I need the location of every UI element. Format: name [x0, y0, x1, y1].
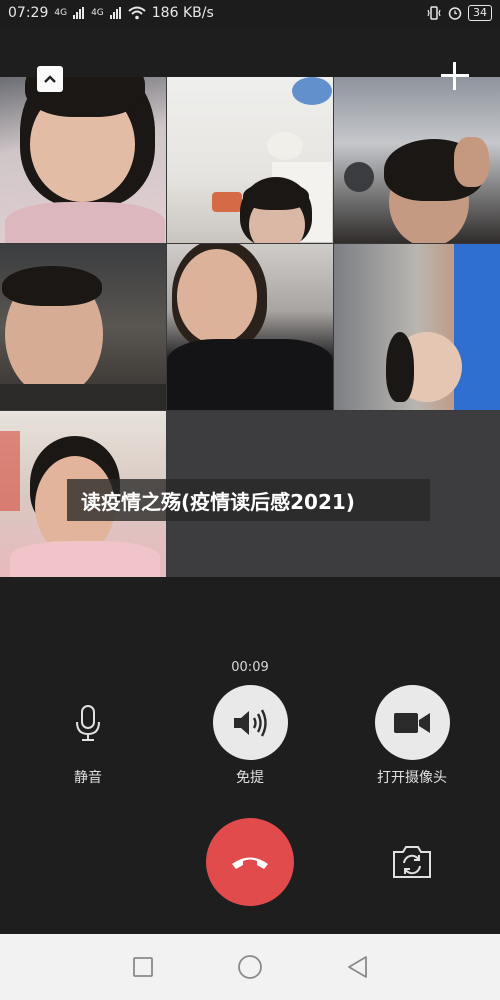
camera-circle[interactable] — [374, 685, 450, 760]
square-icon — [133, 957, 154, 977]
add-participant-button[interactable] — [440, 60, 470, 90]
microphone-icon — [76, 704, 100, 741]
camera-switch-icon — [393, 846, 431, 878]
speaker-label: 免提 — [236, 770, 264, 786]
status-left: 07:29 4G 4G 186 KB/s — [8, 5, 214, 21]
speaker-icon — [234, 708, 267, 737]
battery-indicator: 34 — [468, 5, 492, 21]
status-right: 34 — [426, 5, 492, 21]
nav-home-button[interactable] — [235, 952, 265, 982]
triangle-back-icon — [347, 956, 367, 978]
vibrate-icon — [427, 6, 441, 20]
signal-bars-icon — [73, 7, 85, 19]
phone-hangup-icon — [232, 857, 268, 869]
nav-back-button[interactable] — [342, 952, 372, 982]
participant-video[interactable] — [334, 77, 500, 243]
system-navigation-bar — [0, 934, 500, 1000]
signal-1-label: 4G — [54, 8, 68, 18]
net-speed: 186 KB/s — [151, 5, 214, 21]
mute-circle[interactable] — [51, 685, 126, 760]
hangup-button[interactable] — [206, 818, 294, 906]
alarm-icon — [448, 7, 462, 20]
speaker-button[interactable]: 免提 — [195, 685, 305, 787]
nav-recent-button[interactable] — [128, 952, 158, 982]
wifi-icon — [128, 6, 146, 20]
chevron-up-icon — [44, 75, 56, 83]
call-timer: 00:09 — [231, 660, 269, 675]
participant-video[interactable] — [167, 77, 333, 243]
speaker-circle[interactable] — [212, 685, 288, 760]
camera-toggle-button[interactable]: 打开摄像头 — [357, 685, 467, 787]
participant-video[interactable] — [0, 77, 166, 243]
mute-label: 静音 — [74, 770, 102, 786]
collapse-button[interactable] — [37, 66, 63, 92]
mute-button[interactable]: 静音 — [33, 685, 143, 787]
clock: 07:29 — [8, 5, 49, 21]
circle-icon — [238, 955, 262, 979]
title-overlay: 读疫情之殇(疫情读后感2021) — [67, 479, 430, 521]
status-bar: 07:29 4G 4G 186 KB/s 34 — [0, 0, 500, 26]
participant-video[interactable] — [167, 244, 333, 410]
participant-video[interactable] — [334, 244, 500, 410]
video-camera-icon — [394, 712, 430, 733]
signal-2-label: 4G — [91, 8, 104, 18]
camera-label: 打开摄像头 — [377, 770, 447, 786]
signal-bars-icon — [109, 7, 121, 19]
participant-video[interactable] — [0, 244, 166, 410]
video-call-screen: 07:29 4G 4G 186 KB/s 34 读疫情之殇(疫情读后感2021)… — [0, 0, 500, 1000]
switch-camera-button[interactable] — [390, 842, 434, 882]
